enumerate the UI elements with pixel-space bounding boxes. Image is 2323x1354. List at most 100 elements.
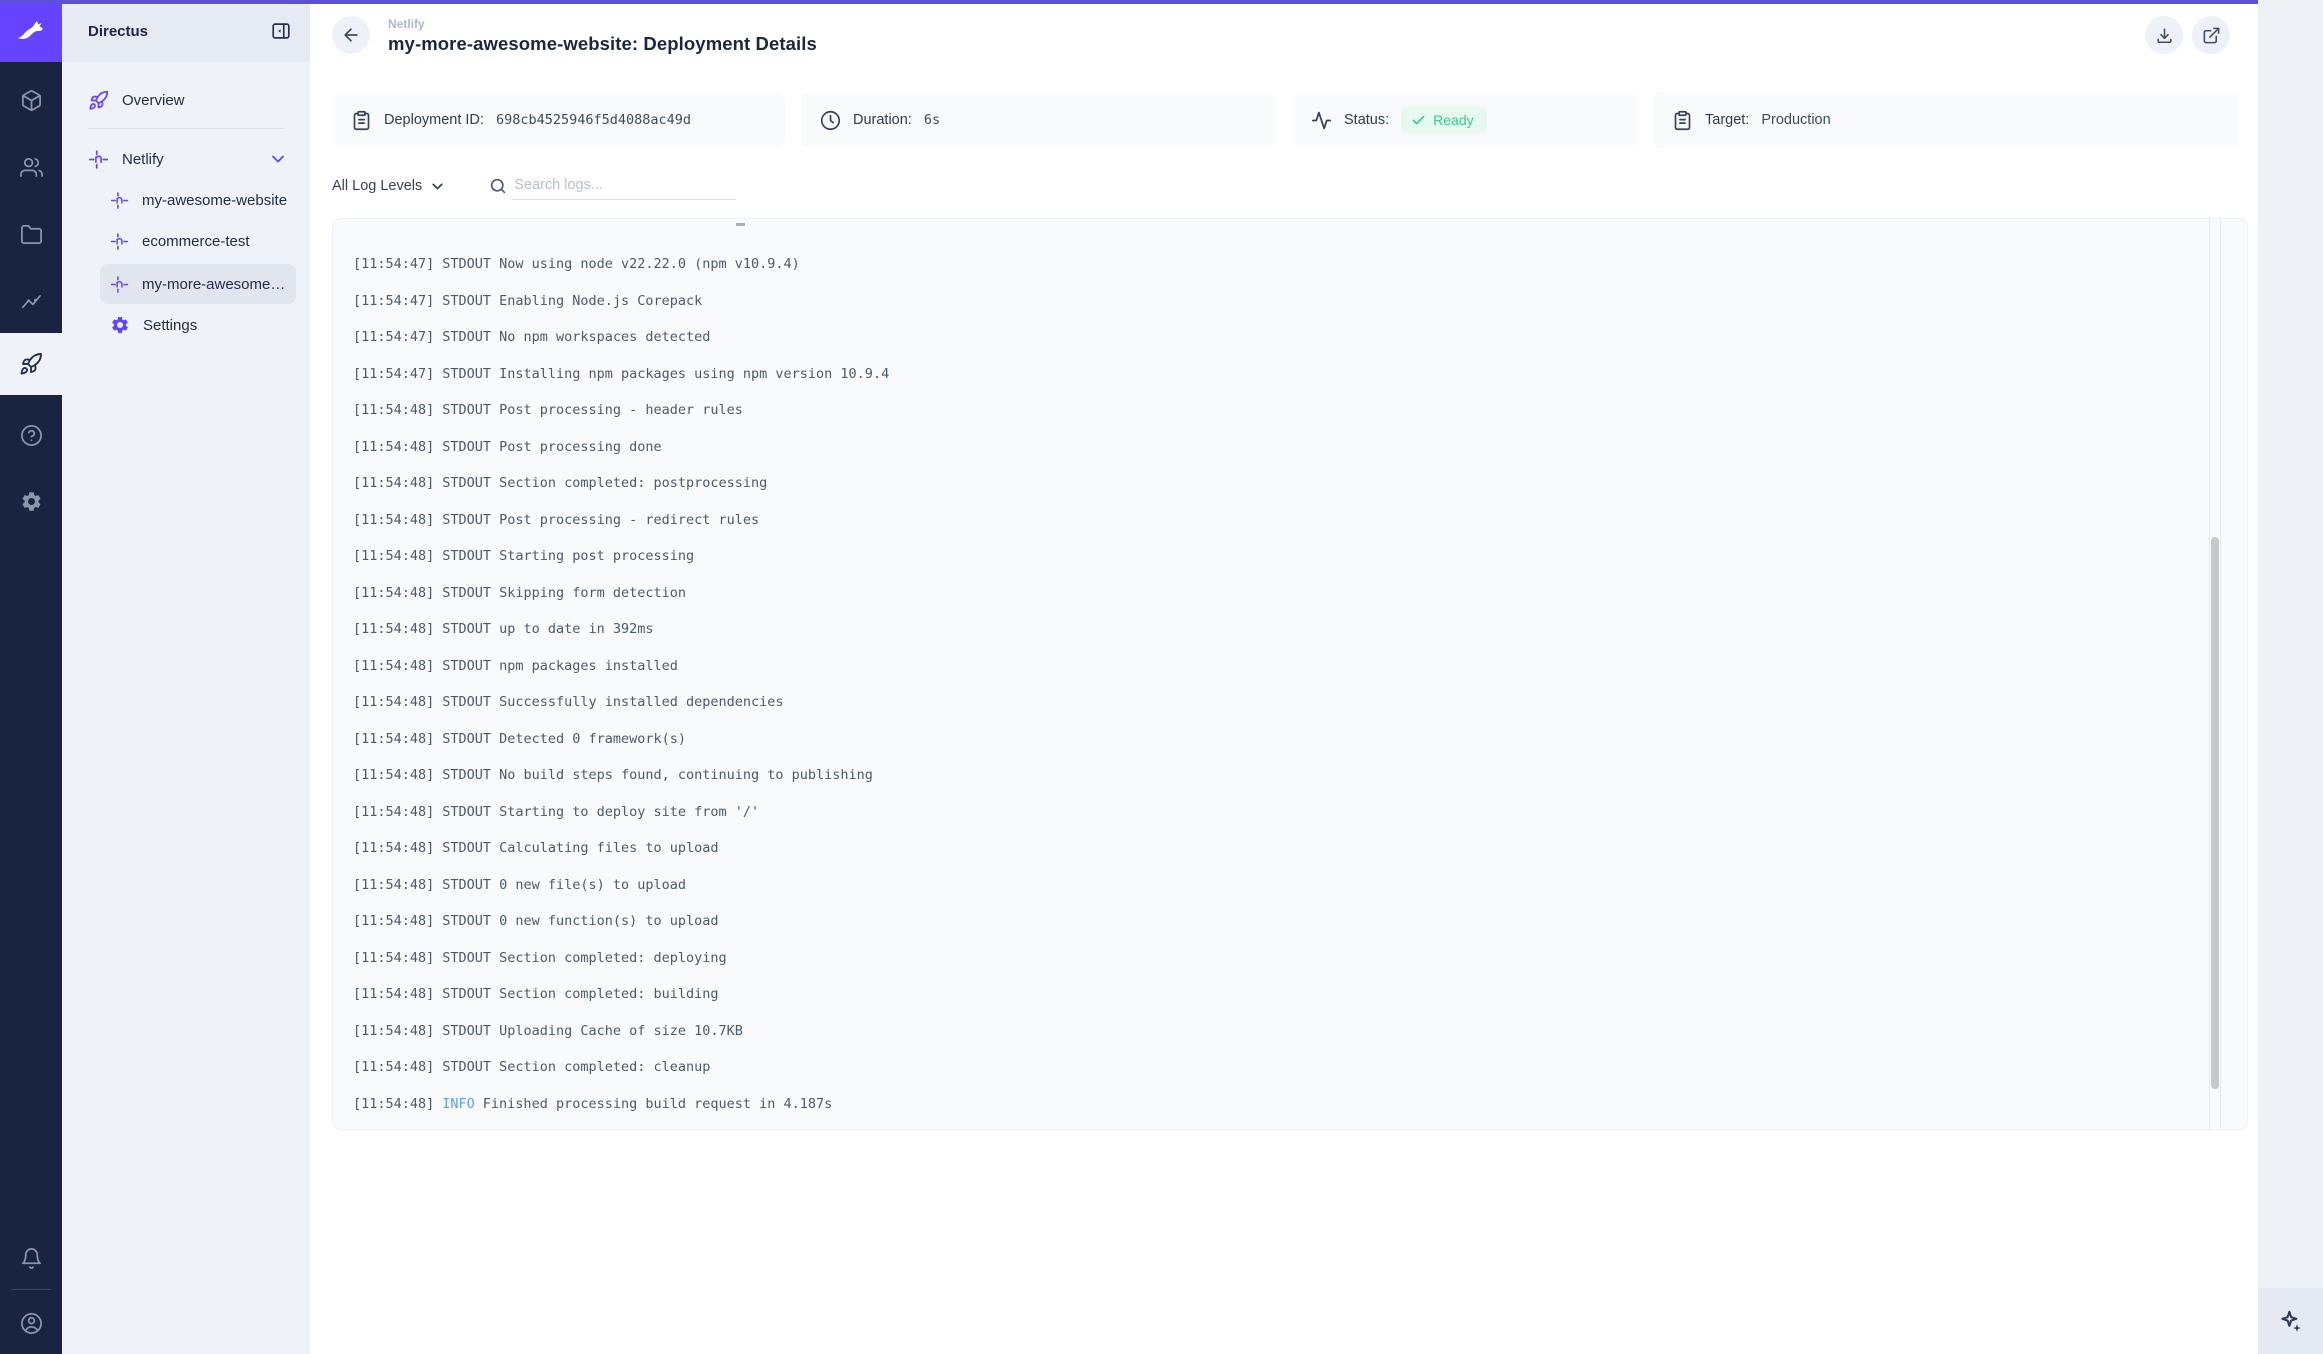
log-line: [11:54:48] STDOUT up to date in 392ms bbox=[353, 611, 2187, 648]
sidebar-item-label: Settings bbox=[143, 317, 197, 334]
help-button[interactable] bbox=[0, 404, 62, 466]
log-timestamp: [11:54:48] bbox=[353, 585, 434, 601]
sidebar-item-overview[interactable]: Overview bbox=[88, 80, 288, 120]
stat-label: Duration: bbox=[853, 112, 912, 128]
open-external-button[interactable] bbox=[2192, 16, 2230, 54]
log-timestamp: [11:54:48] bbox=[353, 694, 434, 710]
clipboard-icon bbox=[351, 110, 372, 131]
log-line: [11:54:48] STDOUT npm packages installed bbox=[353, 648, 2187, 685]
header-actions bbox=[2145, 16, 2230, 54]
log-timestamp: [11:54:47] bbox=[353, 256, 434, 272]
sidebar-item-site-ecommerce-test[interactable]: ecommerce-test bbox=[110, 221, 292, 261]
sidebar-group-netlify[interactable]: Netlify bbox=[88, 139, 288, 179]
log-line: [11:54:48] STDOUT Section completed: bui… bbox=[353, 976, 2187, 1013]
log-level: STDOUT bbox=[442, 840, 491, 856]
log-message: 0 new function(s) to upload bbox=[499, 913, 718, 929]
user-circle-icon bbox=[20, 1312, 43, 1335]
module-insights-button[interactable] bbox=[0, 270, 62, 332]
stat-label: Status: bbox=[1344, 112, 1389, 128]
log-line: [11:54:48] INFO Finished processing buil… bbox=[353, 1086, 2187, 1123]
log-level: STDOUT bbox=[442, 1023, 491, 1039]
log-message: Finished processing build request in 4.1… bbox=[483, 1096, 833, 1112]
stat-duration: Duration: 6s bbox=[801, 92, 1276, 148]
log-timestamp: [11:54:48] bbox=[353, 804, 434, 820]
folder-icon bbox=[20, 223, 43, 246]
back-button[interactable] bbox=[332, 16, 370, 54]
help-circle-icon bbox=[20, 424, 43, 447]
sidebar-item-settings[interactable]: Settings bbox=[110, 305, 292, 345]
top-accent-bar bbox=[0, 0, 2258, 4]
log-message: No npm workspaces detected bbox=[499, 329, 710, 345]
stat-deployment-id: Deployment ID: 698cb4525946f5d4088ac49d bbox=[332, 92, 785, 148]
sidebar: Directus Overview bbox=[62, 0, 310, 1354]
log-message: Enabling Node.js Corepack bbox=[499, 293, 702, 309]
log-scrollbar-track[interactable] bbox=[2209, 219, 2221, 1129]
bell-icon bbox=[20, 1247, 43, 1270]
log-level: STDOUT bbox=[442, 329, 491, 345]
module-content-button[interactable] bbox=[0, 69, 62, 131]
log-message: Detected 0 framework(s) bbox=[499, 731, 686, 747]
ai-assistant-button[interactable] bbox=[2258, 1288, 2323, 1354]
collapse-sidebar-button[interactable] bbox=[270, 20, 292, 42]
log-level: STDOUT bbox=[442, 877, 491, 893]
app-root: Directus Overview bbox=[0, 0, 2323, 1354]
rail-divider bbox=[11, 1289, 51, 1290]
stat-target: Target: Production bbox=[1653, 92, 2238, 148]
chevron-down-icon[interactable] bbox=[268, 149, 288, 169]
log-timestamp: [11:54:48] bbox=[353, 548, 434, 564]
module-settings-button[interactable] bbox=[0, 470, 62, 532]
user-menu-button[interactable] bbox=[0, 1292, 62, 1354]
log-level: STDOUT bbox=[442, 402, 491, 418]
log-level: STDOUT bbox=[442, 621, 491, 637]
module-users-button[interactable] bbox=[0, 136, 62, 198]
log-timestamp: [11:54:47] bbox=[353, 293, 434, 309]
project-name: Directus bbox=[88, 23, 270, 40]
directus-logo[interactable] bbox=[0, 0, 62, 62]
rabbit-logo-icon bbox=[14, 14, 48, 48]
target-value: Production bbox=[1761, 112, 1830, 128]
notifications-button[interactable] bbox=[0, 1227, 62, 1289]
log-level: STDOUT bbox=[442, 731, 491, 747]
log-level-dropdown[interactable]: All Log Levels bbox=[332, 178, 446, 195]
log-level: STDOUT bbox=[442, 366, 491, 382]
log-level: STDOUT bbox=[442, 950, 491, 966]
log-timestamp: [11:54:48] bbox=[353, 1059, 434, 1075]
log-message: Post processing - header rules bbox=[499, 402, 743, 418]
sidebar-item-site-my-awesome-website[interactable]: my-awesome-website bbox=[110, 180, 292, 220]
log-level: STDOUT bbox=[442, 585, 491, 601]
log-timestamp: [11:54:48] bbox=[353, 986, 434, 1002]
status-badge: Ready bbox=[1401, 106, 1486, 134]
log-timestamp: [11:54:48] bbox=[353, 475, 434, 491]
log-level: STDOUT bbox=[442, 1059, 491, 1075]
module-netlify-button[interactable] bbox=[0, 333, 62, 395]
download-logs-button[interactable] bbox=[2145, 16, 2183, 54]
log-timestamp: [11:54:48] bbox=[353, 950, 434, 966]
log-line: [11:54:48] STDOUT Uploading Cache of siz… bbox=[353, 1013, 2187, 1050]
search-icon bbox=[489, 177, 507, 195]
sidebar-group-label: Netlify bbox=[122, 151, 164, 168]
log-timestamp: [11:54:48] bbox=[353, 767, 434, 783]
log-line: [11:54:48] STDOUT Starting to deploy sit… bbox=[353, 794, 2187, 831]
log-level: STDOUT bbox=[442, 658, 491, 674]
status-text: Ready bbox=[1433, 112, 1473, 128]
sidebar-item-site-my-more-awesome-website-active[interactable]: my-more-awesome-website bbox=[100, 264, 296, 304]
log-line: [11:54:48] STDOUT 0 new file(s) to uploa… bbox=[353, 867, 2187, 904]
log-line: [11:54:48] STDOUT Starting post processi… bbox=[353, 538, 2187, 575]
log-message: Uploading Cache of size 10.7KB bbox=[499, 1023, 743, 1039]
netlify-spark-icon bbox=[110, 232, 129, 251]
arrow-left-icon bbox=[341, 25, 361, 45]
log-message: Section completed: postprocessing bbox=[499, 475, 767, 491]
log-level: STDOUT bbox=[442, 475, 491, 491]
search-logs-input[interactable] bbox=[512, 173, 736, 200]
trending-chart-icon bbox=[20, 290, 43, 313]
log-scrollbar-thumb[interactable] bbox=[2211, 537, 2219, 1089]
log-search bbox=[489, 173, 736, 200]
clock-icon bbox=[820, 110, 841, 131]
main-content: Netlify my-more-awesome-website: Deploym… bbox=[310, 0, 2258, 1354]
stat-label: Target: bbox=[1705, 112, 1749, 128]
module-files-button[interactable] bbox=[0, 203, 62, 265]
title-block: Netlify my-more-awesome-website: Deploym… bbox=[388, 17, 817, 55]
log-timestamp: [11:54:47] bbox=[353, 329, 434, 345]
log-level: STDOUT bbox=[442, 439, 491, 455]
chevron-down-icon bbox=[429, 178, 446, 195]
